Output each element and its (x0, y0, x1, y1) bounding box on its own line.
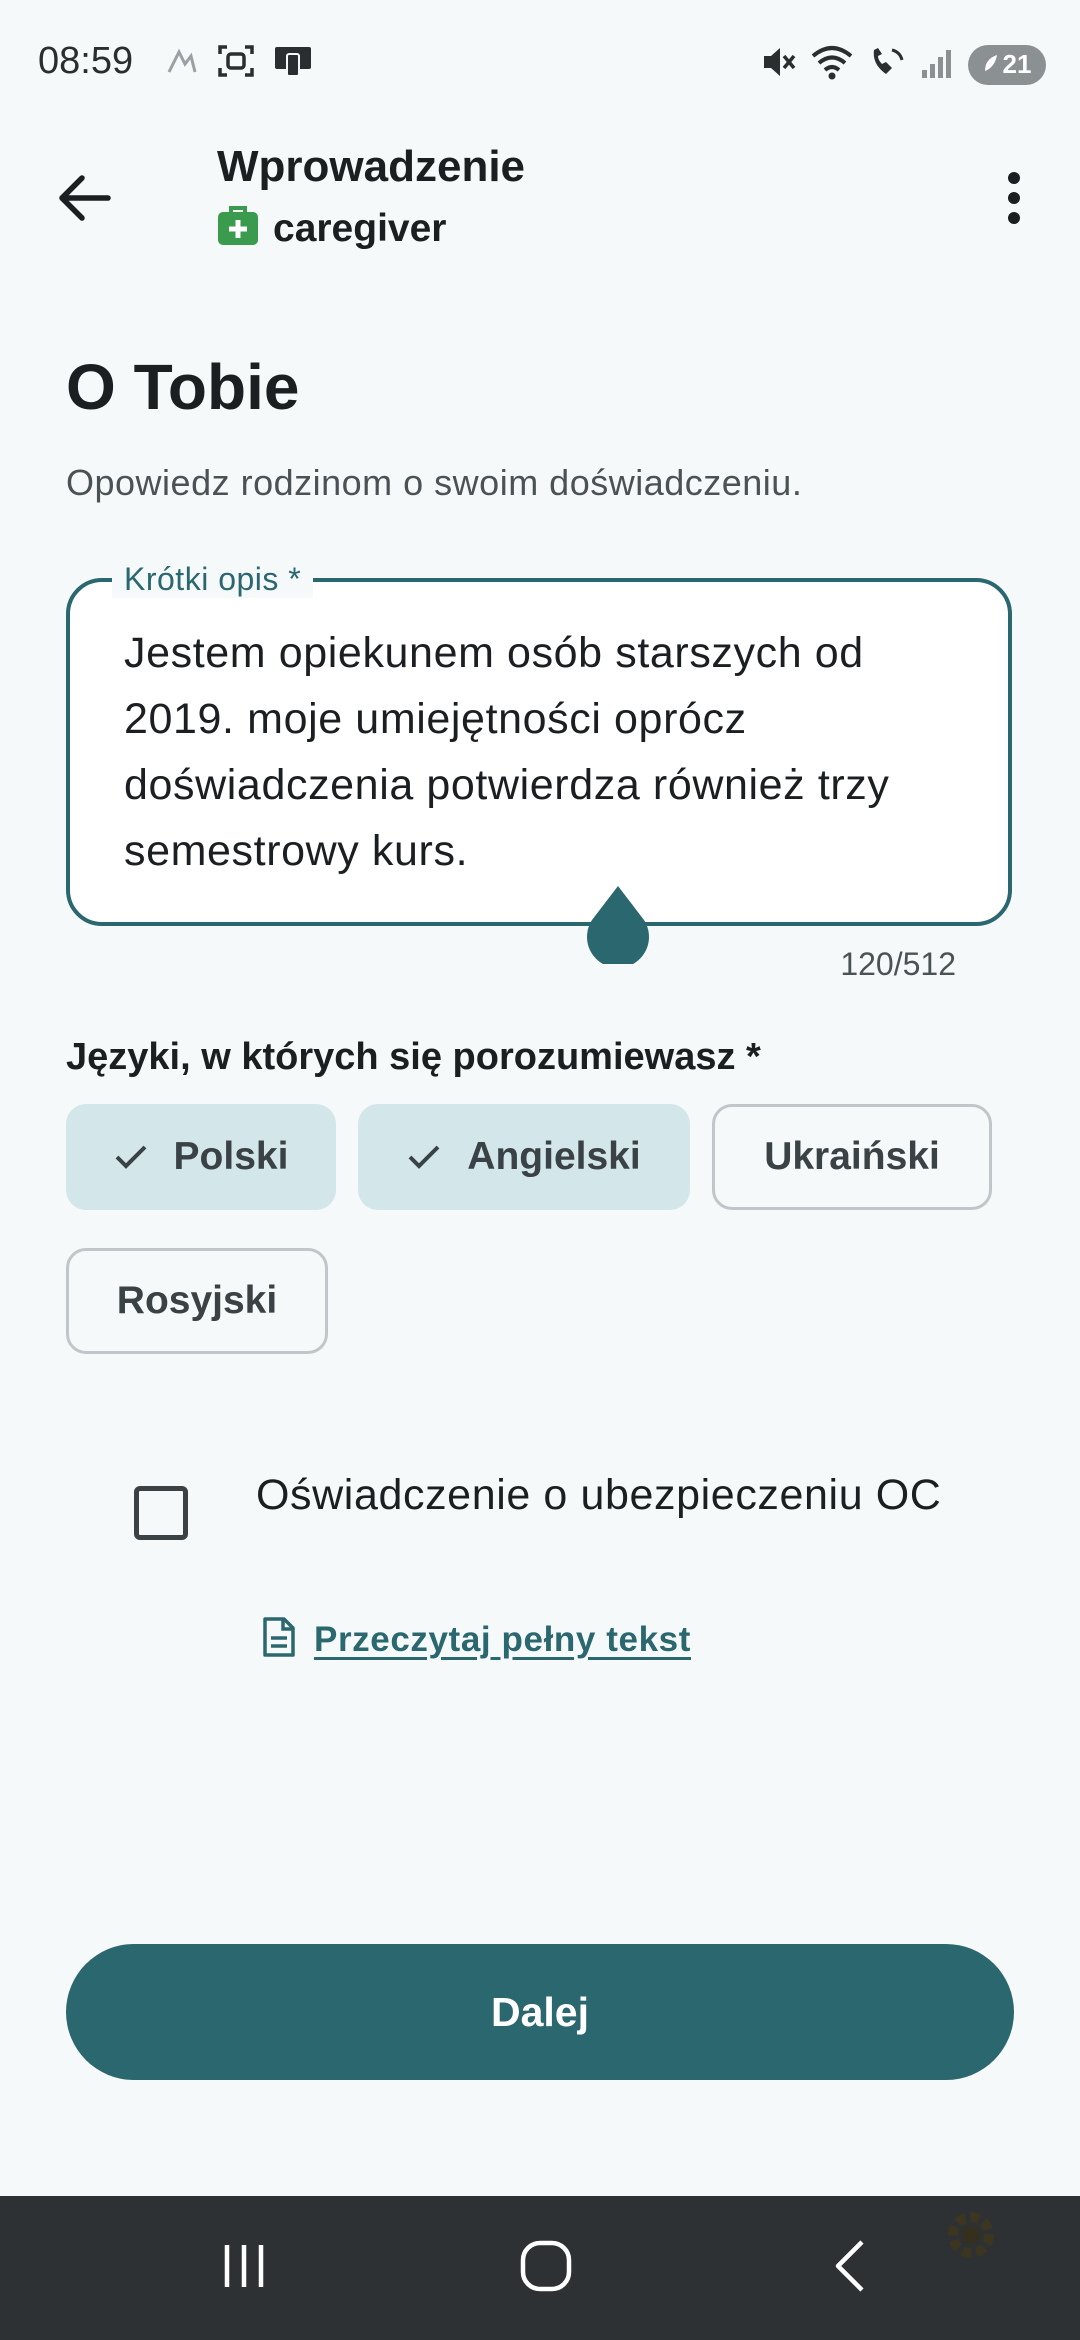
system-back-button[interactable] (800, 2226, 900, 2310)
app-bar: Wprowadzenie caregiver (0, 130, 1080, 270)
battery-level: 21 (1002, 49, 1032, 79)
wifi-icon (810, 44, 856, 85)
chip-label: Rosyjski (116, 1279, 278, 1322)
screenshot-icon (217, 44, 255, 83)
document-icon (262, 1616, 296, 1663)
section-subtitle: Opowiedz rodzinom o swoim doświadczeniu. (66, 462, 803, 503)
more-vert-icon (1006, 171, 1022, 229)
chip-language-rosyjski[interactable]: Rosyjski (66, 1248, 328, 1354)
insurance-label[interactable]: Oświadczenie o ubezpieczeniu OC (256, 1462, 1016, 1528)
check-icon (114, 1144, 148, 1170)
chevron-left-icon (830, 2238, 870, 2299)
section-title: O Tobie (66, 351, 300, 423)
recent-apps-button[interactable] (194, 2226, 294, 2310)
battery-saver-icon (983, 49, 999, 80)
character-counter: 120/512 (840, 946, 956, 982)
chip-label: Angielski (467, 1135, 641, 1178)
chip-language-ukrainski[interactable]: Ukraiński (712, 1104, 992, 1210)
read-full-text-link[interactable]: Przeczytaj pełny tekst (262, 1616, 691, 1663)
role-label: caregiver (273, 206, 447, 250)
status-right-icons: 21 (760, 44, 1046, 85)
next-button[interactable]: Dalej (66, 1944, 1014, 2080)
text-cursor-handle[interactable] (584, 884, 652, 968)
read-full-text-label: Przeczytaj pełny tekst (314, 1619, 691, 1659)
page-title: Wprowadzenie (217, 142, 526, 191)
more-options-button[interactable] (974, 160, 1054, 240)
languages-label: Języki, w których się porozumiewasz * (66, 1036, 761, 1078)
system-navigation-bar (0, 2196, 1080, 2340)
battery-indicator: 21 (968, 44, 1046, 85)
role-badge: caregiver (217, 206, 446, 251)
status-time: 08:59 (38, 40, 134, 82)
home-icon (519, 2239, 573, 2298)
back-button[interactable] (44, 160, 124, 240)
home-button[interactable] (496, 2226, 596, 2310)
arrow-left-icon (56, 173, 112, 228)
signal-icon (920, 44, 956, 85)
assistant-icon (165, 46, 199, 81)
recent-apps-icon (219, 2241, 269, 2296)
chip-label: Polski (173, 1135, 289, 1178)
chip-language-angielski[interactable]: Angielski (358, 1104, 690, 1210)
check-icon (407, 1144, 441, 1170)
mute-icon (760, 44, 798, 85)
wifi-calling-icon (868, 44, 908, 85)
medical-bag-icon (217, 206, 259, 251)
chip-language-polski[interactable]: Polski (66, 1104, 336, 1210)
description-field-label: Krótki opis * (112, 561, 314, 598)
cast-icon (273, 44, 313, 83)
chip-label: Ukraiński (764, 1135, 940, 1178)
insurance-checkbox[interactable] (134, 1486, 188, 1540)
description-field-value[interactable]: Jestem opiekunem osób starszych od 2019.… (124, 620, 984, 884)
gear-icon[interactable] (942, 2206, 1000, 2264)
status-bar: 08:59 21 (0, 0, 1080, 130)
status-left-icons (165, 44, 313, 83)
